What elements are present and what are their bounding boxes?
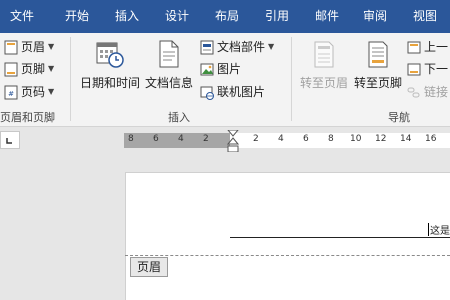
ruler-tick-label: 6 — [303, 134, 309, 144]
header-boundary-line — [125, 255, 450, 256]
chevron-down-icon: ▼ — [48, 64, 55, 73]
previous-label: 上一 — [424, 40, 449, 54]
quick-parts-button[interactable]: 文档部件 ▼ — [200, 38, 274, 56]
menu-mailings[interactable]: 邮件 — [312, 0, 342, 33]
chevron-down-icon: ▼ — [268, 42, 275, 51]
picture-label: 图片 — [217, 62, 242, 76]
tab-selector-button[interactable] — [0, 131, 20, 149]
picture-icon — [200, 62, 214, 77]
document-page[interactable] — [125, 172, 450, 300]
ruler-tick-label: 2 — [203, 134, 209, 144]
header-tag: 页眉 — [130, 257, 169, 277]
online-picture-icon — [200, 85, 214, 100]
menu-design[interactable]: 设计 — [162, 0, 192, 33]
header-text[interactable]: 这是 — [430, 222, 450, 237]
ribbon: 页眉 ▼ 页脚 ▼ # 页码 ▼ 页眉和页脚 日期和时间 文档信息 文档部件 ▼… — [0, 33, 450, 127]
header-footer-group-label: 页眉和页脚 — [0, 111, 55, 124]
ruler-tick-label: 8 — [328, 134, 334, 144]
menu-view[interactable]: 视图 — [410, 0, 440, 33]
header-icon — [4, 40, 18, 55]
link-previous-button[interactable]: 链接 — [407, 83, 448, 101]
previous-button[interactable]: 上一 — [407, 38, 448, 56]
quick-parts-icon — [200, 40, 214, 55]
menu-home[interactable]: 开始 — [62, 0, 92, 33]
document-info-icon — [144, 39, 194, 72]
quick-parts-label: 文档部件 — [217, 40, 266, 54]
link-icon — [407, 85, 421, 100]
header-underline — [230, 237, 450, 238]
ruler-margin — [124, 133, 230, 148]
goto-header-label: 转至页眉 — [299, 76, 348, 90]
goto-footer-icon — [352, 39, 404, 72]
left-tab-icon — [6, 138, 12, 144]
date-time-button[interactable]: 日期和时间 — [79, 39, 141, 91]
document-info-button[interactable]: 文档信息 — [144, 39, 194, 91]
page-number-icon: # — [4, 85, 18, 100]
header-label: 页眉 — [21, 40, 46, 54]
chevron-down-icon: ▼ — [48, 42, 55, 51]
page-number-label: 页码 — [21, 85, 46, 99]
ruler-tick-label: 2 — [253, 134, 259, 144]
ruler-tick-label: 6 — [153, 134, 159, 144]
indent-marker-icon[interactable] — [227, 130, 239, 154]
ruler-tick-label: 4 — [178, 134, 184, 144]
horizontal-ruler[interactable]: 8 6 4 2 2 4 6 8 10 12 14 16 — [124, 133, 450, 148]
navigation-group-label: 导航 — [388, 111, 410, 124]
goto-header-icon — [298, 39, 350, 72]
menu-insert[interactable]: 插入 — [112, 0, 142, 33]
online-picture-label: 联机图片 — [217, 85, 266, 99]
next-button[interactable]: 下一 — [407, 60, 448, 78]
menu-bar: 文件 开始 插入 设计 布局 引用 邮件 审阅 视图 — [0, 0, 450, 33]
footer-label: 页脚 — [21, 62, 46, 76]
page-number-button[interactable]: # 页码 ▼ — [4, 83, 54, 101]
svg-text:#: # — [8, 90, 14, 98]
ruler-tick-label: 10 — [350, 134, 362, 144]
next-label: 下一 — [424, 62, 449, 76]
menu-layout[interactable]: 布局 — [212, 0, 242, 33]
ruler-tick-label: 14 — [400, 134, 412, 144]
insert-group-label: 插入 — [168, 111, 190, 124]
text-cursor — [428, 223, 429, 236]
goto-footer-button[interactable]: 转至页脚 — [352, 39, 404, 91]
previous-section-icon — [407, 40, 421, 55]
menu-file[interactable]: 文件 — [8, 0, 36, 33]
menu-review[interactable]: 审阅 — [360, 0, 390, 33]
document-info-label: 文档信息 — [144, 76, 193, 90]
next-section-icon — [407, 62, 421, 77]
goto-footer-label: 转至页脚 — [353, 76, 402, 90]
group-separator — [291, 37, 292, 121]
ruler-tick-label: 16 — [425, 134, 437, 144]
group-separator — [70, 37, 71, 121]
goto-header-button[interactable]: 转至页眉 — [298, 39, 350, 91]
ruler-tick-label: 8 — [128, 134, 134, 144]
chevron-down-icon: ▼ — [48, 87, 55, 96]
calendar-clock-icon — [79, 39, 141, 72]
menu-references[interactable]: 引用 — [262, 0, 292, 33]
ruler-tick-label: 12 — [375, 134, 387, 144]
ruler-tick-label: 4 — [278, 134, 284, 144]
online-picture-button[interactable]: 联机图片 — [200, 83, 265, 101]
ruler-bar: 8 6 4 2 2 4 6 8 10 12 14 16 — [0, 128, 450, 154]
date-time-label: 日期和时间 — [79, 76, 140, 90]
link-previous-label: 链接 — [424, 85, 449, 99]
header-button[interactable]: 页眉 ▼ — [4, 38, 54, 56]
picture-button[interactable]: 图片 — [200, 60, 241, 78]
footer-icon — [4, 62, 18, 77]
footer-button[interactable]: 页脚 ▼ — [4, 60, 54, 78]
